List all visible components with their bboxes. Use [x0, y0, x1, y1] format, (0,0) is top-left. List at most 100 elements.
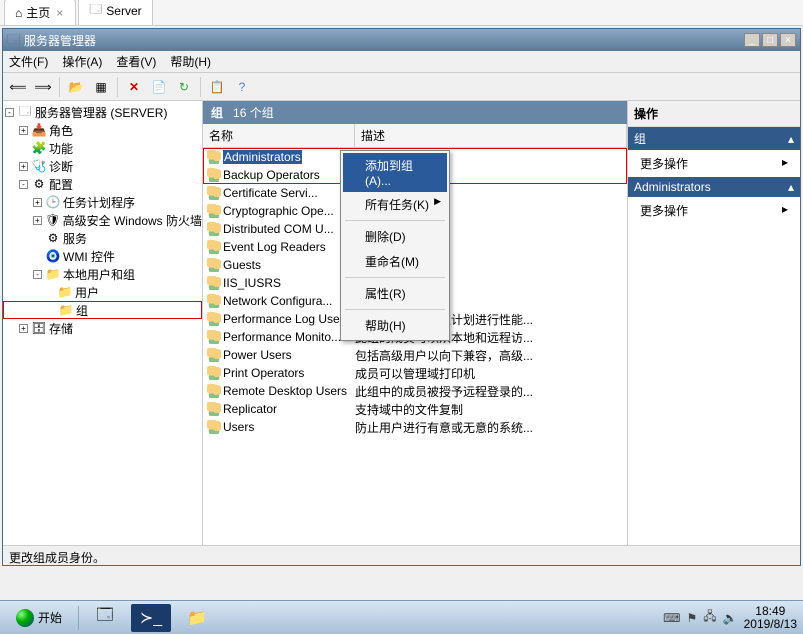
pinned-explorer[interactable]: 📁 — [177, 604, 217, 632]
tray-lang-icon[interactable]: ⌨ — [663, 611, 680, 625]
ctx-rename[interactable]: 重命名(M) — [343, 249, 447, 274]
folder-icon: 📁 — [58, 302, 74, 318]
tree-diagnostics[interactable]: +🩺诊断 — [3, 157, 202, 175]
action-button[interactable]: 📄 — [148, 76, 170, 98]
tree-pane: -🗔服务器管理器 (SERVER) +📥角色 🧩功能 +🩺诊断 -⚙配置 +🕒任… — [3, 101, 203, 545]
window-controls: _ □ × — [744, 33, 796, 47]
tray-sound-icon[interactable]: 🔈 — [723, 611, 738, 625]
col-name[interactable]: 名称 — [203, 124, 355, 147]
ctx-properties[interactable]: 属性(R) — [343, 281, 447, 306]
clock-time: 18:49 — [744, 605, 797, 618]
chevron-right-icon: ▸ — [782, 202, 788, 216]
home-icon: ⌂ — [15, 6, 22, 20]
menu-help[interactable]: 帮助(H) — [170, 53, 211, 70]
maximize-button[interactable]: □ — [762, 33, 778, 47]
tab-server[interactable]: 🗔 Server — [78, 0, 152, 25]
group-row[interactable]: Replicator支持域中的文件复制 — [203, 400, 627, 418]
folder-icon: 📁 — [57, 284, 73, 300]
chevron-up-icon: ▴ — [788, 180, 794, 194]
list-header-label: 组 — [211, 106, 223, 120]
group-icon — [207, 384, 221, 398]
tree-task-scheduler[interactable]: +🕒任务计划程序 — [3, 193, 202, 211]
taskbar: 开始 🗔 ≻_ 📁 ⌨ ⚑ 🖧 🔈 18:49 2019/8/13 — [0, 600, 803, 634]
group-name: Cryptographic Ope... — [223, 204, 334, 218]
actions-section-admins[interactable]: Administrators▴ — [628, 177, 800, 197]
delete-button[interactable]: ✕ — [123, 76, 145, 98]
group-icon — [207, 330, 221, 344]
ctx-add-to-group[interactable]: 添加到组(A)... — [343, 153, 447, 192]
tree-wmi[interactable]: 🧿WMI 控件 — [3, 247, 202, 265]
tree-groups[interactable]: 📁组 — [3, 301, 202, 319]
group-row[interactable]: Power Users包括高级用户以向下兼容，高级... — [203, 346, 627, 364]
ctx-help[interactable]: 帮助(H) — [343, 313, 447, 338]
menubar: 文件(F) 操作(A) 查看(V) 帮助(H) — [3, 51, 800, 73]
minimize-button[interactable]: _ — [744, 33, 760, 47]
actions-more-2[interactable]: 更多操作 ▸ — [628, 197, 800, 224]
export-button[interactable]: 📋 — [206, 76, 228, 98]
tree-users-label: 用户 — [75, 284, 99, 301]
actions-more-1[interactable]: 更多操作 ▸ — [628, 150, 800, 177]
group-icon — [207, 312, 221, 326]
group-desc: 此组中的成员被授予远程登录的... — [355, 383, 627, 400]
tab-home[interactable]: ⌂ 主页 × — [4, 0, 76, 25]
app-icon: 🗔 — [7, 30, 20, 51]
close-icon[interactable]: × — [54, 6, 65, 20]
tray-network-icon[interactable]: 🖧 — [703, 607, 716, 628]
tree-users[interactable]: 📁用户 — [3, 283, 202, 301]
tree-wmi-label: WMI 控件 — [63, 248, 115, 265]
tree-groups-label: 组 — [76, 302, 88, 319]
group-name: Certificate Servi... — [223, 186, 318, 200]
tree-features[interactable]: 🧩功能 — [3, 139, 202, 157]
tab-home-label: 主页 — [26, 4, 50, 21]
tree-services-label: 服务 — [63, 230, 87, 247]
pinned-server-manager[interactable]: 🗔 — [85, 604, 125, 632]
storage-icon: 🗄 — [31, 320, 47, 336]
group-name: Print Operators — [223, 366, 304, 380]
properties-button[interactable]: ▦ — [90, 76, 112, 98]
group-icon — [207, 366, 221, 380]
menu-action[interactable]: 操作(A) — [62, 53, 102, 70]
group-icon — [207, 276, 221, 290]
statusbar: 更改组成员身份。 — [3, 545, 800, 565]
tree-services[interactable]: ⚙服务 — [3, 229, 202, 247]
diagnostics-icon: 🩺 — [31, 158, 47, 174]
group-row[interactable]: Remote Desktop Users此组中的成员被授予远程登录的... — [203, 382, 627, 400]
group-desc: 成员可以管理域打印机 — [355, 365, 627, 382]
refresh-button[interactable]: ↻ — [173, 76, 195, 98]
menu-view[interactable]: 查看(V) — [116, 53, 156, 70]
tree-root[interactable]: -🗔服务器管理器 (SERVER) — [3, 103, 202, 121]
pinned-powershell[interactable]: ≻_ — [131, 604, 171, 632]
roles-icon: 📥 — [31, 122, 47, 138]
tree-local-users-groups[interactable]: -📁本地用户和组 — [3, 265, 202, 283]
group-icon — [207, 168, 221, 182]
col-desc[interactable]: 描述 — [355, 124, 627, 147]
close-button[interactable]: × — [780, 33, 796, 47]
start-button[interactable]: 开始 — [6, 605, 72, 631]
tree-config[interactable]: -⚙配置 — [3, 175, 202, 193]
taskbar-clock[interactable]: 18:49 2019/8/13 — [744, 605, 797, 631]
tree-firewall[interactable]: +🛡高级安全 Windows 防火墙 — [3, 211, 202, 229]
ctx-delete[interactable]: 删除(D) — [343, 224, 447, 249]
group-icon — [207, 348, 221, 362]
tray-flag-icon[interactable]: ⚑ — [687, 611, 698, 625]
group-row[interactable]: Users防止用户进行有意或无意的系统... — [203, 418, 627, 436]
group-name: Power Users — [223, 348, 292, 362]
actions-header: 操作 — [628, 101, 800, 127]
tree-storage[interactable]: +🗄存储 — [3, 319, 202, 337]
ctx-all-tasks[interactable]: 所有任务(K) — [343, 192, 447, 217]
menu-file[interactable]: 文件(F) — [9, 53, 48, 70]
actions-section-groups[interactable]: 组▴ — [628, 127, 800, 150]
tree-features-label: 功能 — [49, 140, 73, 157]
group-desc: 防止用户进行有意或无意的系统... — [355, 419, 627, 436]
help-button[interactable]: ? — [231, 76, 253, 98]
window-title: 服务器管理器 — [24, 32, 96, 49]
forward-button[interactable]: ⟹ — [32, 76, 54, 98]
list-header-count: 16 个组 — [233, 106, 274, 120]
up-button[interactable]: 📂 — [65, 76, 87, 98]
list-header: 组 16 个组 — [203, 101, 627, 124]
folder-icon: 📁 — [45, 266, 61, 282]
back-button[interactable]: ⟸ — [7, 76, 29, 98]
tree-root-label: 服务器管理器 (SERVER) — [35, 104, 167, 121]
tree-roles[interactable]: +📥角色 — [3, 121, 202, 139]
group-row[interactable]: Print Operators 成员可以管理域打印机 — [203, 364, 627, 382]
